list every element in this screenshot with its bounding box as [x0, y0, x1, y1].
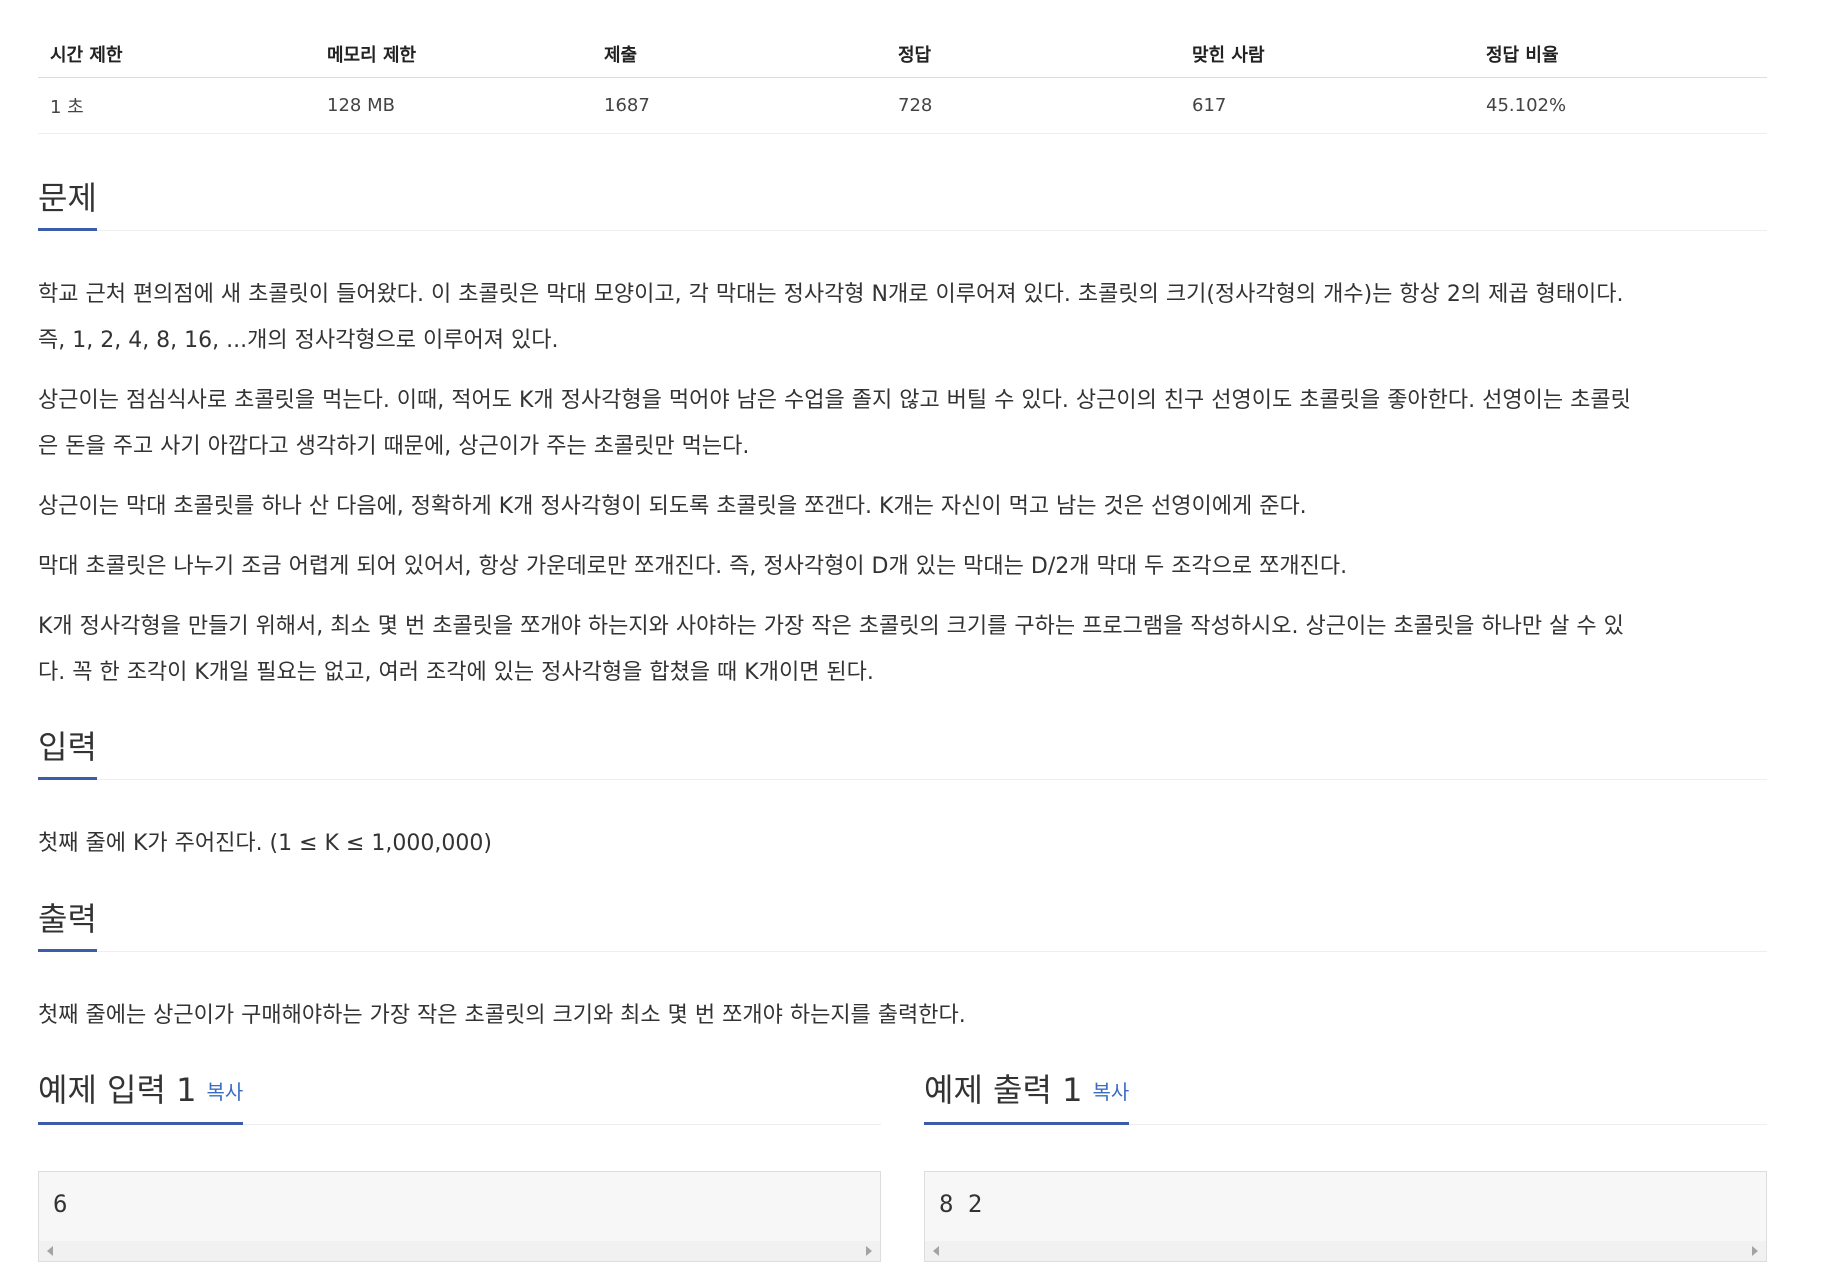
problem-paragraph-5-line-2: 다. 꼭 한 조각이 K개일 필요는 없고, 여러 조각에 있는 정사각형을 합… [38, 660, 874, 685]
problem-section-header: 문제 [38, 178, 1767, 231]
sample-output-box[interactable]: 8 2 [924, 1171, 1767, 1262]
sample-output-title-text: 예제 출력 1 [924, 1071, 1083, 1109]
problem-paragraph-1-line-2: 즉, 1, 2, 4, 8, 16, ...개의 정사각형으로 이루어져 있다. [38, 328, 559, 353]
output-title: 출력 [38, 899, 97, 952]
sample-output-title: 예제 출력 1 복사 [924, 1070, 1130, 1125]
input-description: 첫째 줄에 K가 주어진다. (1 ≤ K ≤ 1,000,000) [38, 831, 492, 856]
scroll-right-arrow-icon[interactable] [1752, 1246, 1758, 1256]
problem-paragraph-3-line-1: 상근이는 막대 초콜릿를 하나 산 다음에, 정확하게 K개 정사각형이 되도록… [38, 494, 1307, 519]
sample-input-scrollbar[interactable] [39, 1241, 880, 1261]
problem-paragraph-3: 상근이는 막대 초콜릿를 하나 산 다음에, 정확하게 K개 정사각형이 되도록… [38, 484, 1767, 530]
output-section-header: 출력 [38, 899, 1767, 952]
header-time-limit: 시간 제한 [50, 44, 123, 66]
problem-paragraph-2-line-2: 은 돈을 주고 사기 아깝다고 생각하기 때문에, 상근이가 주는 초콜릿만 먹… [38, 434, 750, 459]
problem-paragraph-4-line-1: 막대 초콜릿은 나누기 조금 어렵게 되어 있어서, 항상 가운데로만 쪼개진다… [38, 554, 1348, 579]
sample-output-header: 예제 출력 1 복사 [924, 1070, 1767, 1125]
info-table-header-row: 시간 제한 메모리 제한 제출 정답 맞힌 사람 정답 비율 [38, 30, 1767, 78]
header-accepted: 정답 [898, 44, 932, 66]
scroll-left-arrow-icon[interactable] [47, 1246, 53, 1256]
header-memory-limit: 메모리 제한 [327, 44, 417, 66]
problem-paragraph-5-line-1: K개 정사각형을 만들기 위해서, 최소 몇 번 초콜릿을 쪼개야 하는지와 사… [38, 614, 1624, 639]
info-table-value-row: 1 초 128 MB 1687 728 617 45.102% [38, 78, 1767, 134]
scroll-right-arrow-icon[interactable] [866, 1246, 872, 1256]
value-memory-limit: 128 MB [327, 95, 395, 116]
input-section-header: 입력 [38, 727, 1767, 780]
sample-input-content: 6 [53, 1190, 68, 1218]
problem-paragraph-1-line-1: 학교 근처 편의점에 새 초콜릿이 들어왔다. 이 초콜릿은 막대 모양이고, … [38, 282, 1624, 307]
header-solvers: 맞힌 사람 [1192, 44, 1265, 66]
scroll-left-arrow-icon[interactable] [933, 1246, 939, 1256]
problem-info-table: 시간 제한 메모리 제한 제출 정답 맞힌 사람 정답 비율 1 초 128 M… [38, 30, 1767, 134]
value-time-limit: 1 초 [50, 96, 84, 118]
value-accepted: 728 [898, 95, 933, 116]
problem-paragraph-1: 학교 근처 편의점에 새 초콜릿이 들어왔다. 이 초콜릿은 막대 모양이고, … [38, 272, 1767, 364]
input-title: 입력 [38, 727, 97, 780]
output-description: 첫째 줄에는 상근이가 구매해야하는 가장 작은 초콜릿의 크기와 최소 몇 번… [38, 1003, 966, 1028]
sample-output-scrollbar[interactable] [925, 1241, 1766, 1261]
problem-paragraph-4: 막대 초콜릿은 나누기 조금 어렵게 되어 있어서, 항상 가운데로만 쪼개진다… [38, 544, 1767, 590]
sample-input-title-text: 예제 입력 1 [38, 1071, 197, 1109]
value-solvers: 617 [1192, 95, 1227, 116]
problem-paragraph-2-line-1: 상근이는 점심식사로 초콜릿을 먹는다. 이때, 적어도 K개 정사각형을 먹어… [38, 388, 1631, 413]
sample-output-content: 8 2 [939, 1190, 983, 1218]
problem-title: 문제 [38, 178, 97, 231]
header-submissions: 제출 [604, 44, 638, 66]
problem-paragraph-5: K개 정사각형을 만들기 위해서, 최소 몇 번 초콜릿을 쪼개야 하는지와 사… [38, 604, 1767, 696]
header-accept-ratio: 정답 비율 [1486, 44, 1559, 66]
sample-input-box[interactable]: 6 [38, 1171, 881, 1262]
problem-page: 시간 제한 메모리 제한 제출 정답 맞힌 사람 정답 비율 1 초 128 M… [0, 0, 1827, 1277]
problem-paragraph-2: 상근이는 점심식사로 초콜릿을 먹는다. 이때, 적어도 K개 정사각형을 먹어… [38, 378, 1767, 470]
sample-input-copy-button[interactable]: 복사 [206, 1080, 243, 1104]
sample-input-title: 예제 입력 1 복사 [38, 1070, 244, 1125]
value-accept-ratio: 45.102% [1486, 95, 1567, 116]
sample-output-copy-button[interactable]: 복사 [1092, 1080, 1129, 1104]
value-submissions: 1687 [604, 95, 650, 116]
sample-input-header: 예제 입력 1 복사 [38, 1070, 881, 1125]
